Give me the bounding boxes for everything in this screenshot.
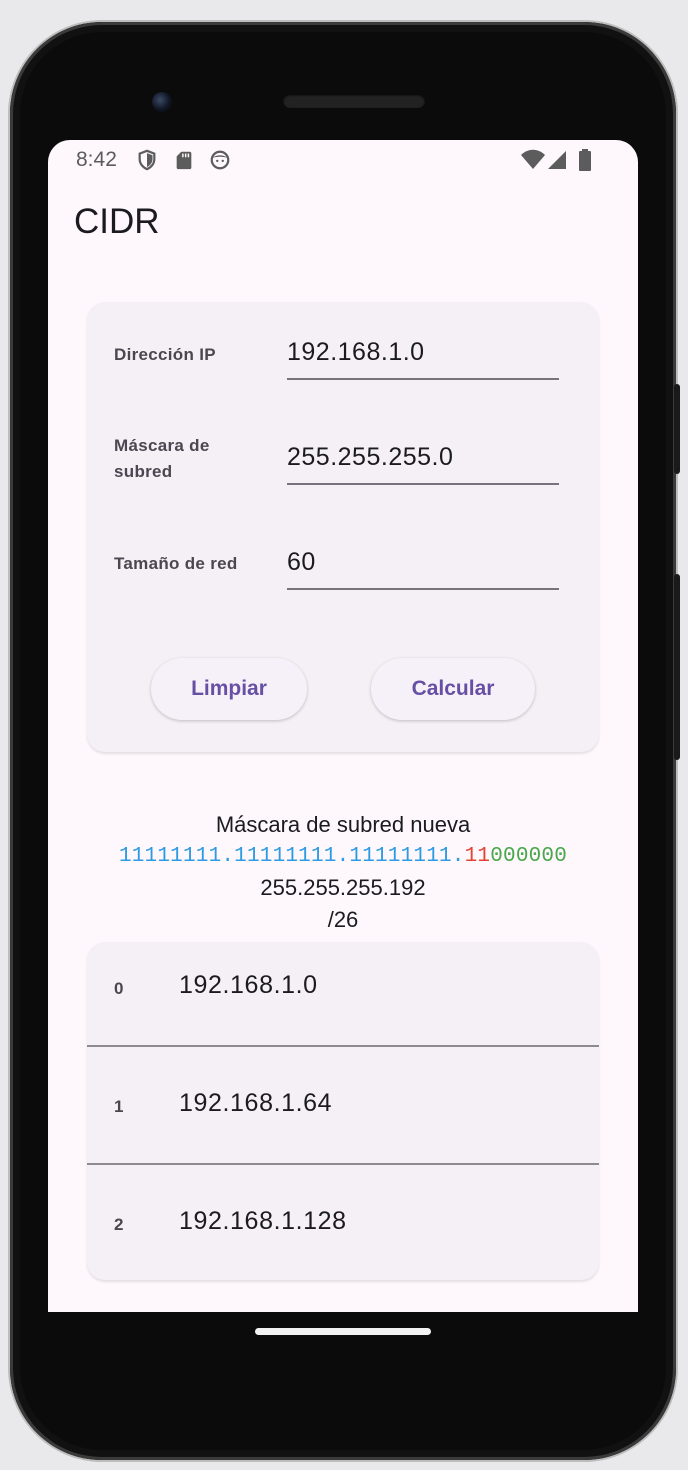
app-title: CIDR: [74, 202, 160, 241]
calculate-button[interactable]: Calcular: [371, 658, 535, 720]
clear-button[interactable]: Limpiar: [151, 658, 307, 720]
navigation-bar: [48, 1312, 638, 1372]
subnet-address: 192.168.1.64: [179, 1089, 333, 1117]
mask-field: [287, 443, 559, 485]
subnet-index: 2: [114, 1215, 124, 1234]
shield-icon: [138, 149, 156, 171]
size-field: [287, 548, 559, 590]
list-item[interactable]: 0 192.168.1.0: [87, 942, 599, 1059]
status-bar: 8:42: [48, 140, 638, 180]
input-card: Dirección IP Máscara de subred Tamaño de…: [87, 302, 599, 752]
list-item[interactable]: 1 192.168.1.64: [87, 1060, 599, 1177]
subnet-index: 1: [114, 1097, 124, 1116]
ip-field: [287, 338, 559, 380]
binary-mask: 11111111.11111111.11111111.11000000: [48, 845, 638, 868]
ip-label: Dirección IP: [114, 345, 216, 364]
signal-icon: [548, 151, 566, 169]
volume-button: [674, 574, 680, 760]
mask-label: Máscara de subred: [114, 436, 210, 481]
sd-card-icon: [176, 151, 192, 170]
subnet-index: 0: [114, 979, 124, 998]
wifi-icon: [521, 149, 545, 169]
ip-input[interactable]: [287, 338, 559, 367]
binary-subnet-bits: 11: [464, 845, 491, 868]
decimal-mask: 255.255.255.192: [260, 875, 426, 900]
divider: [87, 1163, 599, 1165]
size-input[interactable]: [287, 548, 559, 577]
power-button: [674, 384, 680, 474]
subnet-list: 0 192.168.1.0 1 192.168.1.64 2 192.168.1…: [87, 942, 599, 1280]
binary-host-bits: 000000: [490, 845, 568, 868]
screen: 8:42 CIDR Dirección IP 192.168.1.0 Másca…: [48, 140, 638, 1312]
subnet-address: 192.168.1.128: [179, 1207, 347, 1235]
status-time: 8:42: [76, 148, 117, 171]
subnet-address: 192.168.1.0: [179, 971, 318, 999]
new-mask-heading: Máscara de subred nueva: [215, 812, 471, 837]
face-icon: [210, 150, 230, 170]
home-handle[interactable]: [255, 1328, 431, 1335]
binary-network-bits: 11111111.11111111.11111111.: [118, 845, 465, 868]
mask-input[interactable]: [287, 443, 559, 472]
front-camera: [152, 92, 172, 112]
divider: [87, 1045, 599, 1047]
list-item[interactable]: 2 192.168.1.128: [87, 1178, 599, 1295]
cidr-prefix: /26: [327, 907, 359, 932]
earpiece-speaker: [283, 94, 425, 108]
size-label: Tamaño de red: [114, 554, 238, 573]
battery-icon: [579, 149, 591, 171]
